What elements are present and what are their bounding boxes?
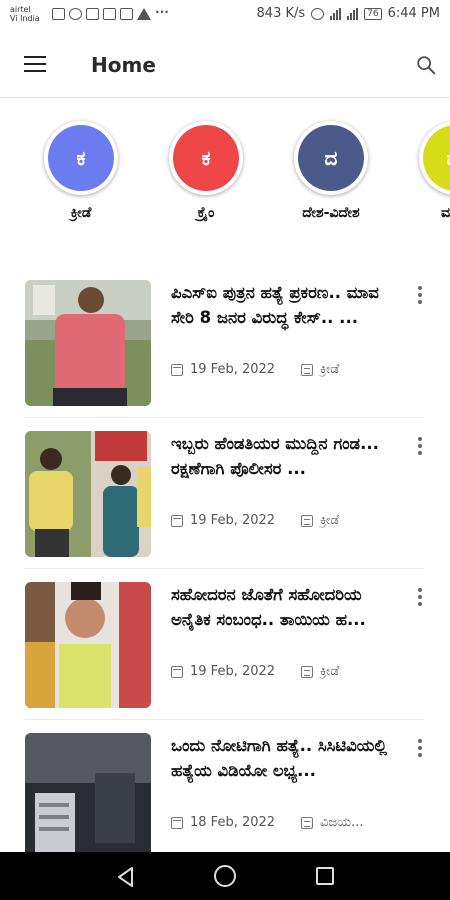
news-headline[interactable]: ಪಿಎಸ್‌ಐ ಪುತ್ರನ ಹತ್ಯೆ ಪ್ರಕರಣ.. ಮಾವ ಸೇರಿ 8…	[171, 280, 397, 356]
news-date: 18 Feb, 2022	[190, 815, 276, 830]
system-navigation-bar	[0, 852, 450, 900]
news-thumbnail[interactable]	[25, 431, 151, 557]
calendar-icon	[171, 665, 183, 678]
app-bar: Home	[0, 34, 450, 98]
recent-apps-icon[interactable]	[316, 867, 334, 885]
category-avatar-fill: ಮ	[423, 125, 450, 191]
more-options-icon[interactable]	[416, 286, 424, 308]
notification-icons: ···	[52, 5, 169, 20]
news-list-item[interactable]: ಪಿಎಸ್‌ಐ ಪುತ್ರನ ಹತ್ಯೆ ಪ್ರಕರಣ.. ಮಾವ ಸೇರಿ 8…	[24, 280, 424, 420]
category-label: ದೇಶ-ವಿದೇಶ	[302, 205, 360, 221]
category-icon	[301, 363, 314, 376]
clock: 6:44 PM	[387, 6, 440, 21]
messenger-icon	[86, 8, 99, 20]
back-icon[interactable]	[116, 866, 136, 888]
category-label: ಮುಖ್ಯ	[441, 205, 450, 221]
category-icon	[301, 816, 314, 829]
signal-strength-icon	[330, 7, 342, 20]
network-speed: 843 K/s	[256, 6, 306, 21]
category-avatar: ದ	[294, 121, 368, 195]
news-meta: 19 Feb, 2022 ಕ್ರೀಡೆ	[171, 664, 339, 679]
calendar-icon	[171, 363, 183, 376]
news-list-item[interactable]: ಇಬ್ಬರು ಹೆಂಡತಿಯರ ಮುದ್ದಿನ ಗಂಡ... ರಕ್ಷಣೆಗಾಗ…	[24, 431, 424, 571]
divider	[24, 568, 424, 569]
carrier-name-2: Vi India	[10, 14, 40, 23]
news-category: ಕ್ರೀಡೆ	[320, 362, 340, 377]
category-avatar: ಕ	[44, 121, 118, 195]
category-label: ಕ್ರೈಂ	[197, 205, 215, 221]
news-category: ವಿಜಯ...	[320, 815, 364, 830]
category-avatar: ಮ	[419, 121, 450, 195]
signal-strength-2-icon	[347, 7, 359, 20]
news-category: ಕ್ರೀಡೆ	[320, 664, 340, 679]
calendar-icon	[171, 514, 183, 527]
category-icon	[301, 514, 314, 527]
status-right: 843 K/s 76 6:44 PM	[257, 6, 440, 21]
divider	[24, 719, 424, 720]
news-headline[interactable]: ಇಬ್ಬರು ಹೆಂಡತಿಯರ ಮುದ್ದಿನ ಗಂಡ... ರಕ್ಷಣೆಗಾಗ…	[171, 431, 397, 507]
news-meta: 19 Feb, 2022 ಕ್ರೀಡೆ	[171, 513, 339, 528]
news-date: 19 Feb, 2022	[190, 513, 276, 528]
divider	[24, 417, 424, 418]
category-carousel[interactable]: ಕ ಕ್ರೀಡೆ ಕ ಕ್ರೈಂ ದ ದೇಶ-ವಿದೇಶ ಮ ಮುಖ್ಯ	[0, 115, 450, 235]
hamburger-menu-icon[interactable]	[24, 56, 46, 74]
more-options-icon[interactable]	[416, 588, 424, 610]
news-date: 19 Feb, 2022	[190, 664, 276, 679]
gallery-icon	[52, 8, 65, 20]
category-avatar-fill: ಕ	[48, 125, 114, 191]
news-headline[interactable]: ಒಂದು ನೋಟಿಗಾಗಿ ಹತ್ಯೆ.. ಸಿಸಿಟಿವಿಯಲ್ಲಿ ಹತ್ಯ…	[171, 733, 397, 809]
warning-icon	[137, 8, 151, 20]
news-thumbnail[interactable]	[25, 582, 151, 708]
image-icon	[103, 8, 116, 20]
category-item[interactable]: ಮ ಮುಖ್ಯ	[401, 121, 450, 221]
carrier-name-1: airtel	[10, 5, 31, 14]
calendar-icon	[171, 816, 183, 829]
more-options-icon[interactable]	[416, 739, 424, 761]
category-item[interactable]: ಕ ಕ್ರೈಂ	[151, 121, 261, 221]
category-avatar-fill: ಕ	[173, 125, 239, 191]
news-thumbnail[interactable]	[25, 733, 151, 859]
news-meta: 19 Feb, 2022 ಕ್ರೀಡೆ	[171, 362, 339, 377]
whatsapp-icon	[69, 8, 82, 20]
news-date: 19 Feb, 2022	[190, 362, 276, 377]
carrier-info: airtel Vi India	[10, 5, 40, 23]
more-notifications-icon: ···	[155, 5, 169, 19]
alarm-icon	[311, 7, 325, 20]
search-icon[interactable]	[415, 54, 437, 76]
status-bar: airtel Vi India ··· 843 K/s 76 6:44 PM	[0, 0, 450, 34]
category-label: ಕ್ರೀಡೆ	[70, 205, 92, 221]
category-icon	[301, 665, 314, 678]
news-category: ಕ್ರೀಡೆ	[320, 513, 340, 528]
news-thumbnail[interactable]	[25, 280, 151, 406]
more-options-icon[interactable]	[416, 437, 424, 459]
category-avatar: ಕ	[169, 121, 243, 195]
battery-indicator: 76	[364, 7, 382, 20]
news-meta: 18 Feb, 2022 ವಿಜಯ...	[171, 815, 364, 830]
news-list-item[interactable]: ಸಹೋದರನ ಜೊತೆಗೆ ಸಹೋದರಿಯ ಅನೈತಿಕ ಸಂಬಂಧ.. ತಾಯ…	[24, 582, 424, 722]
news-headline[interactable]: ಸಹೋದರನ ಜೊತೆಗೆ ಸಹೋದರಿಯ ಅನೈತಿಕ ಸಂಬಂಧ.. ತಾಯ…	[171, 582, 397, 658]
page-title: Home	[91, 53, 156, 77]
category-item[interactable]: ದ ದೇಶ-ವಿದೇಶ	[276, 121, 386, 221]
category-avatar-fill: ದ	[298, 125, 364, 191]
category-item[interactable]: ಕ ಕ್ರೀಡೆ	[26, 121, 136, 221]
home-icon[interactable]	[214, 865, 236, 887]
message-icon	[120, 8, 133, 20]
